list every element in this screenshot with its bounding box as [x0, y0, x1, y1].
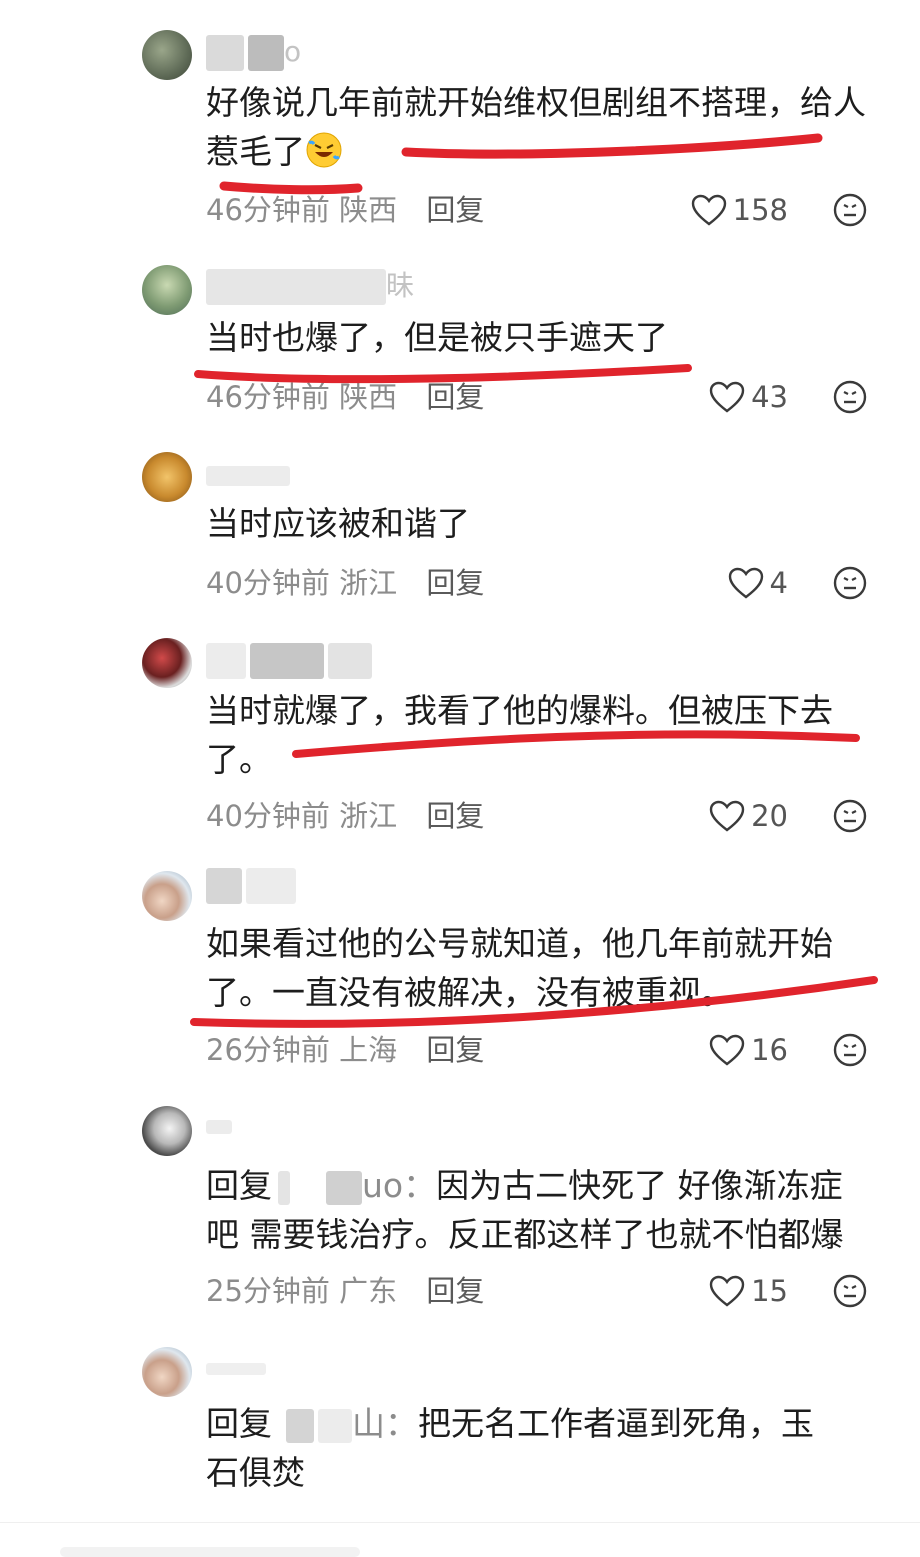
like-count: 16: [751, 1033, 788, 1067]
reply-prefix: 回复: [206, 1404, 272, 1443]
username[interactable]: 昧: [206, 266, 414, 306]
bottom-bar: [0, 1522, 920, 1557]
heart-outline-icon: [728, 567, 763, 599]
comment-meta: 26分钟前 上海 回复: [206, 1030, 484, 1070]
username-visible: o: [284, 35, 302, 68]
username-blur: [206, 35, 244, 71]
username-blur: [286, 1408, 314, 1443]
heart-outline-icon: [709, 1275, 745, 1307]
comment-location: 上海: [339, 1033, 398, 1067]
username[interactable]: [206, 640, 372, 680]
comment-location: 广东: [339, 1274, 398, 1308]
reply-to-user[interactable]: uo：: [362, 1166, 436, 1205]
like-button[interactable]: 20: [709, 796, 788, 836]
username-blur: [318, 1408, 352, 1443]
reply-button[interactable]: 回复: [426, 1033, 484, 1067]
reply-button[interactable]: 回复: [426, 1274, 484, 1308]
like-button[interactable]: 158: [691, 190, 788, 230]
comment-text-line1: 把无名工作者逼到死角，玉: [418, 1404, 814, 1443]
comment-location: 浙江: [339, 799, 398, 833]
comment-location: 陕西: [339, 380, 398, 414]
like-button[interactable]: 16: [709, 1030, 788, 1070]
reply-prefix: 回复: [206, 1166, 272, 1205]
comment-meta: 25分钟前 广东 回复: [206, 1271, 484, 1311]
username-blur: [326, 1170, 362, 1205]
comment-text: 如果看过他的公号就知道，他几年前就开始了。一直没有被解决，没有被重视。: [206, 924, 833, 1012]
like-button[interactable]: 15: [709, 1271, 788, 1311]
neutral-face-icon[interactable]: [832, 565, 868, 601]
like-count: 15: [751, 1274, 788, 1308]
username-blur: [328, 643, 372, 679]
comment-time: 46分钟前: [206, 193, 330, 227]
reply-to-user[interactable]: 山：: [352, 1404, 418, 1443]
like-button[interactable]: 4: [728, 563, 788, 603]
username-blur: [206, 1363, 266, 1375]
avatar[interactable]: [142, 1106, 192, 1156]
neutral-face-icon[interactable]: [832, 192, 868, 228]
comment-text: 当时也爆了，但是被只手遮天了: [206, 318, 668, 357]
heart-outline-icon: [709, 381, 745, 413]
neutral-face-icon[interactable]: [832, 1273, 868, 1309]
comment-text-line2: 石俱焚: [206, 1453, 305, 1492]
username[interactable]: [206, 455, 290, 495]
avatar[interactable]: [142, 30, 192, 80]
comment-meta: 40分钟前 浙江 回复: [206, 563, 484, 603]
neutral-face-icon[interactable]: [832, 1032, 868, 1068]
username-blur: [246, 868, 296, 904]
comment-text: 回复 uo：因为古二快死了 好像渐冻症吧 需要钱治疗。反正都这样了也就不怕都爆: [206, 1161, 920, 1259]
like-count: 4: [769, 566, 788, 600]
username[interactable]: [206, 865, 296, 905]
username[interactable]: [206, 1106, 232, 1146]
like-count: 20: [751, 799, 788, 833]
username-blur: [206, 868, 242, 904]
comment-text: 当时就爆了，我看了他的爆料。但被压下去了。: [206, 691, 833, 779]
comment-time: 26分钟前: [206, 1033, 330, 1067]
reply-button[interactable]: 回复: [426, 566, 484, 600]
username-blur: [278, 1170, 290, 1205]
username-blur: [206, 466, 290, 486]
comment-text: 好像说几年前就开始维权但剧组不搭理，给人惹毛了: [206, 83, 866, 171]
username-blur: [206, 1120, 232, 1134]
comment-text: 当时应该被和谐了: [206, 504, 470, 543]
heart-outline-icon: [691, 194, 726, 226]
comment-location: 陕西: [339, 193, 398, 227]
avatar[interactable]: [142, 265, 192, 315]
neutral-face-icon[interactable]: [832, 379, 868, 415]
reply-button[interactable]: 回复: [426, 380, 484, 414]
username[interactable]: [206, 1348, 266, 1388]
username-blur: [250, 643, 324, 679]
comment-text: 回复 山：把无名工作者逼到死角，玉石俱焚: [206, 1399, 920, 1497]
comment-meta: 40分钟前 浙江 回复: [206, 796, 484, 836]
comment-meta: 46分钟前 陕西 回复: [206, 377, 484, 417]
avatar[interactable]: [142, 452, 192, 502]
reply-button[interactable]: 回复: [426, 193, 484, 227]
like-count: 158: [732, 193, 788, 227]
comment-meta: 46分钟前 陕西 回复: [206, 190, 484, 230]
reply-button[interactable]: 回复: [426, 799, 484, 833]
neutral-face-icon[interactable]: [832, 798, 868, 834]
comment-location: 浙江: [339, 566, 398, 600]
username-blur: [206, 269, 386, 305]
comment-time: 46分钟前: [206, 380, 330, 414]
comment-time: 40分钟前: [206, 566, 330, 600]
heart-outline-icon: [709, 800, 745, 832]
like-count: 43: [751, 380, 788, 414]
username-visible: 昧: [386, 269, 415, 302]
avatar[interactable]: [142, 871, 192, 921]
heart-outline-icon: [709, 1034, 745, 1066]
comment-time: 25分钟前: [206, 1274, 330, 1308]
username-blur: [206, 643, 246, 679]
comment-time: 40分钟前: [206, 799, 330, 833]
rolling-laughing-emoji-icon: [305, 131, 343, 169]
avatar[interactable]: [142, 1347, 192, 1397]
comment-meta-cutoff: [206, 1508, 466, 1522]
like-button[interactable]: 43: [709, 377, 788, 417]
comment-text-line2: 吧 需要钱治疗。反正都这样了也就不怕都爆: [206, 1215, 844, 1254]
comment-text-line1: 因为古二快死了 好像渐冻症: [436, 1166, 843, 1205]
username[interactable]: o: [206, 32, 301, 72]
username-blur: [248, 35, 284, 71]
avatar[interactable]: [142, 638, 192, 688]
